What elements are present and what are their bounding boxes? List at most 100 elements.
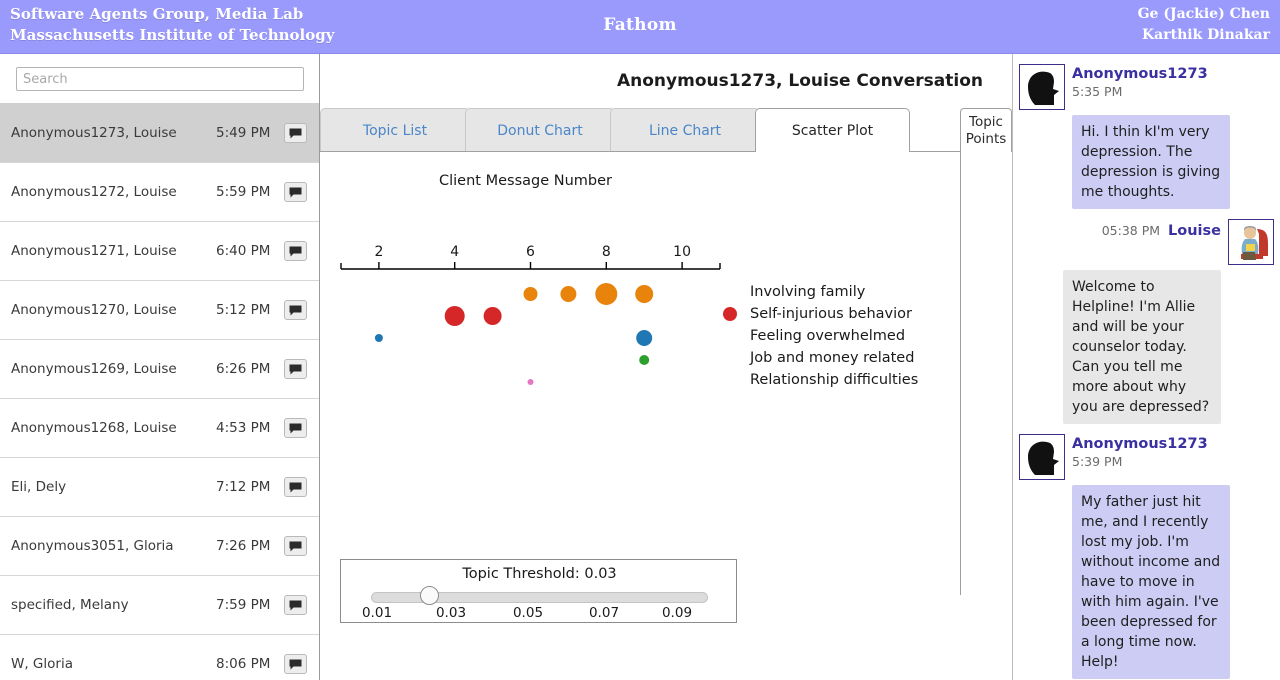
chat-message: Anonymous1273 5:35 PM Hi. I thin kI'm very… <box>1019 64 1274 209</box>
legend-label[interactable]: Self-injurious behavior <box>750 306 912 322</box>
tab-label: Topic List <box>362 122 428 139</box>
slider-tick-label: 0.01 <box>361 605 393 621</box>
open-chat-button[interactable] <box>284 359 307 379</box>
conversation-time: 8:06 PM <box>216 656 271 672</box>
app-banner: Software Agents Group, Media Lab Massach… <box>0 0 1280 54</box>
conversation-row[interactable]: specified, Melany 7:59 PM <box>0 576 319 635</box>
legend-label[interactable]: Involving family <box>750 284 866 300</box>
author-line-1: Ge (Jackie) Chen <box>1137 6 1270 22</box>
slider-tick-label: 0.07 <box>588 605 620 621</box>
legend-label[interactable]: Job and money related <box>749 350 914 366</box>
chat-bubble-icon <box>289 482 302 493</box>
conversation-row[interactable]: Anonymous1272, Louise 5:59 PM <box>0 163 319 222</box>
chat-message-bubble: My father just hit me, and I recently lo… <box>1072 485 1230 679</box>
scatter-point[interactable] <box>639 355 650 365</box>
conversation-name: Anonymous1268, Louise <box>11 420 177 436</box>
conversation-row[interactable]: W, Gloria 8:06 PM <box>0 635 319 680</box>
legend-label[interactable]: Feeling overwhelmed <box>750 328 905 344</box>
app-title: Fathom <box>603 15 677 35</box>
scatter-point[interactable] <box>595 283 618 305</box>
conversation-row[interactable]: Anonymous3051, Gloria 7:26 PM <box>0 517 319 576</box>
conversation-name: Anonymous1270, Louise <box>11 302 177 318</box>
x-axis-tick-label: 6 <box>526 244 535 260</box>
chat-bubble-icon <box>289 541 302 552</box>
x-axis-tick-label: 10 <box>673 244 691 260</box>
x-axis-title: Client Message Number <box>439 173 612 189</box>
conversation-row[interactable]: Anonymous1269, Louise 6:26 PM <box>0 340 319 399</box>
fathom-application: Software Agents Group, Media Lab Massach… <box>0 0 1280 680</box>
conversation-transcript: Anonymous1273 5:35 PM Hi. I thin kI'm very… <box>1012 54 1280 680</box>
scatter-point[interactable] <box>635 285 654 303</box>
chat-message-author: Anonymous1273 <box>1072 66 1208 82</box>
conversation-time: 5:12 PM <box>216 302 271 318</box>
conversation-time: 5:49 PM <box>216 125 271 141</box>
topic-threshold-thumb[interactable] <box>420 586 439 605</box>
scatter-point[interactable] <box>636 330 653 346</box>
tab-line-chart[interactable]: Line Chart <box>610 108 760 152</box>
scatter-point[interactable] <box>560 286 577 302</box>
chat-bubble-icon <box>289 187 302 198</box>
chat-message-header: Anonymous1273 5:39 PM <box>1019 434 1274 480</box>
scatter-point[interactable] <box>523 287 538 301</box>
open-chat-button[interactable] <box>284 300 307 320</box>
open-chat-button[interactable] <box>284 182 307 202</box>
scatter-point[interactable] <box>444 306 465 326</box>
chat-message-bubble: Hi. I thin kI'm very depression. The dep… <box>1072 115 1230 209</box>
open-chat-button[interactable] <box>284 123 307 143</box>
person-silhouette-icon <box>1019 64 1065 110</box>
tab-topic-list[interactable]: Topic List <box>320 108 470 152</box>
conversation-row[interactable]: Anonymous1268, Louise 4:53 PM <box>0 399 319 458</box>
conversation-name: Anonymous1273, Louise <box>11 125 177 141</box>
conversation-name: Anonymous1271, Louise <box>11 243 177 259</box>
chat-message-meta: Anonymous1273 5:39 PM <box>1072 434 1208 469</box>
conversation-time: 4:53 PM <box>216 420 271 436</box>
chat-bubble-icon <box>289 364 302 375</box>
open-chat-button[interactable] <box>284 654 307 674</box>
conversation-time: 6:40 PM <box>216 243 271 259</box>
chat-bubble-icon <box>289 659 302 670</box>
chat-bubble-icon <box>289 305 302 316</box>
person-silhouette-icon <box>1019 434 1065 480</box>
legend-label[interactable]: Relationship difficulties <box>750 372 918 388</box>
chat-message-meta-inline: 05:38 PM Louise <box>1102 221 1221 239</box>
scatter-plot-chart: Client Message Number 2 4 6 8 10 Involving fam… <box>340 173 918 388</box>
conversation-row[interactable]: Eli, Dely 7:12 PM <box>0 458 319 517</box>
chat-message-header: Anonymous1273 5:35 PM <box>1019 64 1274 110</box>
search-input[interactable] <box>16 67 304 91</box>
conversation-row[interactable]: Anonymous1271, Louise 6:40 PM <box>0 222 319 281</box>
scatter-point[interactable] <box>527 379 534 385</box>
scatter-point[interactable] <box>483 307 502 325</box>
conversation-name: Anonymous3051, Gloria <box>11 538 174 554</box>
conversation-sidebar: Anonymous1273, Louise5:49 PMAnonymous127… <box>0 54 320 680</box>
conversation-time: 7:26 PM <box>216 538 271 554</box>
open-chat-button[interactable] <box>284 595 307 615</box>
chat-message-bubble: Welcome to Helpline! I'm Allie and will … <box>1063 270 1221 424</box>
topic-threshold-ticks: 0.01 0.03 0.05 0.07 0.09 <box>341 605 738 623</box>
tab-label: Line Chart <box>648 122 722 139</box>
tab-topic-points[interactable]: Topic Points <box>960 108 1012 152</box>
conversation-row[interactable]: Anonymous1270, Louise 5:12 PM <box>0 281 319 340</box>
open-chat-button[interactable] <box>284 418 307 438</box>
conversation-time: 7:59 PM <box>216 597 271 613</box>
author-line-2: Karthik Dinakar <box>1141 27 1270 43</box>
tab-scatter-plot[interactable]: Scatter Plot <box>755 108 910 152</box>
tab-donut-chart[interactable]: Donut Chart <box>465 108 615 152</box>
chat-message-author: Anonymous1273 <box>1072 436 1208 452</box>
chat-message-meta: 05:38 PM Louise <box>1102 219 1221 239</box>
open-chat-button[interactable] <box>284 536 307 556</box>
chat-message-meta: Anonymous1273 5:35 PM <box>1072 64 1208 99</box>
open-chat-button[interactable] <box>284 241 307 261</box>
conversation-time: 7:12 PM <box>216 479 271 495</box>
conversation-name: Anonymous1269, Louise <box>11 361 177 377</box>
conversation-name: specified, Melany <box>11 597 129 613</box>
conversation-time: 6:26 PM <box>216 361 271 377</box>
tab-topic-points-line2: Points <box>965 130 1007 147</box>
scatter-point[interactable] <box>374 334 383 342</box>
x-axis-tick-label: 4 <box>450 244 459 260</box>
chart-tab-bar: Topic List Donut Chart Line Chart Scatter P… <box>320 108 960 152</box>
open-chat-button[interactable] <box>284 477 307 497</box>
conversation-name: W, Gloria <box>11 656 73 672</box>
tab-topic-points-line1: Topic <box>969 113 1003 130</box>
tab-label: Donut Chart <box>497 122 583 139</box>
conversation-row[interactable]: Anonymous1273, Louise 5:49 PM <box>0 104 319 163</box>
